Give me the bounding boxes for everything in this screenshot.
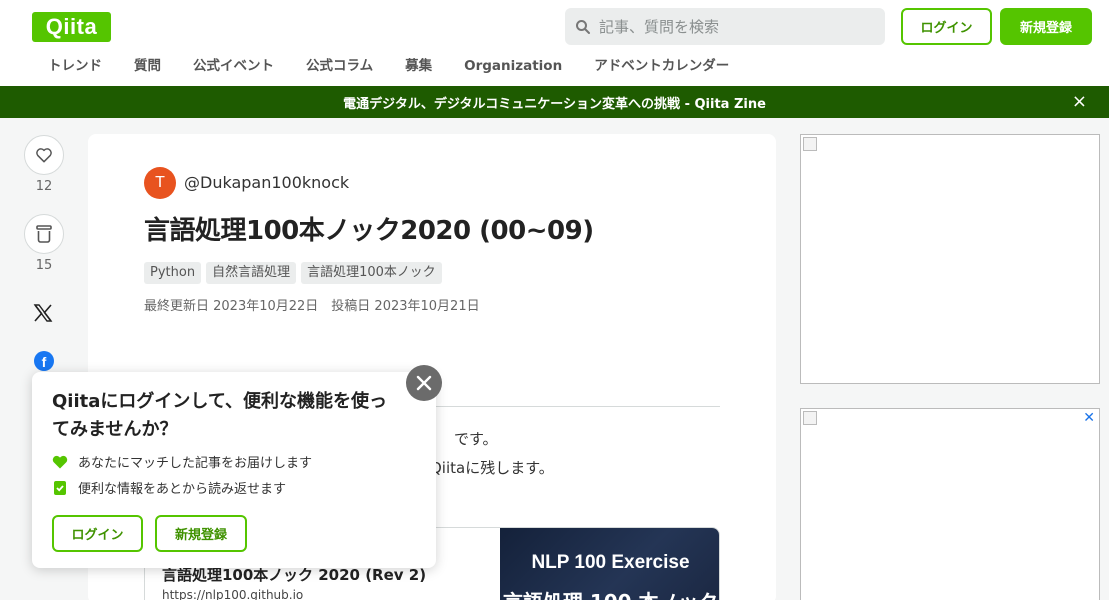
main-nav: トレンド 質問 公式イベント 公式コラム 募集 Organization アドベ… [32,54,745,78]
article-title: 言語処理100本ノック2020 (00~09) [144,216,594,246]
author-avatar[interactable]: T [144,167,176,199]
popup-title: Qiitaにログインして、便利な機能を使ってみませんか？ [52,391,387,440]
tag-nlp[interactable]: 自然言語処理 [206,262,297,284]
close-icon [416,375,432,391]
nav-organization[interactable]: Organization [448,54,578,78]
body-text: Qiitaに残します。 [430,459,554,477]
like-button[interactable] [24,135,64,175]
search-input[interactable] [599,17,869,36]
author-name[interactable]: @Dukapan100knock [184,173,349,192]
x-icon [33,304,53,322]
broken-image-icon [803,411,817,425]
popup-feature-text: 便利な情報をあとから読み返せます [78,482,287,497]
nav-advent-calendar[interactable]: アドベントカレンダー [578,54,745,78]
search-box[interactable] [565,8,885,45]
link-card-thumbnail[interactable]: NLP 100 Exercise 言語処理 100 本ノック [500,528,719,600]
link-card-url[interactable]: https://nlp100.github.io [162,588,303,600]
popup-signup-button[interactable]: 新規登録 [155,515,247,552]
popup-feature: あなたにマッチした記事をお届けします [52,452,312,471]
announcement-banner[interactable]: 電通デジタル、デジタルコミュニケーション変革への挑戦 - Qiita Zine … [0,86,1109,118]
search-icon [576,19,590,34]
thumbnail-text: NLP 100 Exercise [531,552,690,573]
broken-image-icon [803,137,817,151]
tag-list: Python 自然言語処理 言語処理100本ノック [144,262,447,284]
login-button[interactable]: ログイン [901,8,992,45]
article-actions: 12 15 [24,135,64,273]
share-x-button[interactable] [33,304,53,326]
like-count: 12 [35,179,53,194]
banner-text[interactable]: 電通デジタル、デジタルコミュニケーション変革への挑戦 - Qiita Zine [343,93,766,112]
nav-recruit[interactable]: 募集 [389,54,448,78]
stock-count: 15 [35,258,53,273]
heart-icon [36,148,52,163]
stock-icon [36,225,52,243]
stock-button[interactable] [24,214,64,254]
body-text: です。 [454,430,498,448]
nav-questions[interactable]: 質問 [118,54,177,78]
qiita-logo[interactable]: Qiita [32,12,111,42]
stock-icon [54,480,66,495]
popup-feature-text: あなたにマッチした記事をお届けします [78,456,313,471]
tag-python[interactable]: Python [144,262,202,284]
tag-nlp100[interactable]: 言語処理100本ノック [301,262,442,284]
nav-trend[interactable]: トレンド [32,54,118,78]
nav-official-columns[interactable]: 公式コラム [290,54,389,78]
ad-slot[interactable] [800,134,1100,384]
login-prompt-popup: Qiitaにログインして、便利な機能を使ってみませんか？ あなたにマッチした記事… [32,372,436,568]
banner-close-icon[interactable]: × [1072,93,1087,111]
facebook-icon[interactable]: f [34,351,54,371]
nav-official-events[interactable]: 公式イベント [177,54,290,78]
popup-feature: 便利な情報をあとから読み返せます [52,478,286,497]
heart-icon [52,455,68,468]
ad-slot[interactable]: ✕ [800,408,1100,600]
site-header: Qiita ログイン 新規登録 トレンド 質問 公式イベント 公式コラム 募集 … [0,0,1109,86]
signup-button[interactable]: 新規登録 [1000,8,1092,45]
thumbnail-text: 言語処理 100 本ノック [500,586,719,600]
popup-close-button[interactable] [406,365,442,401]
popup-login-button[interactable]: ログイン [52,515,143,552]
ad-close-icon[interactable]: ✕ [1083,411,1095,425]
article-dates: 最終更新日 2023年10月22日 投稿日 2023年10月21日 [144,299,480,314]
